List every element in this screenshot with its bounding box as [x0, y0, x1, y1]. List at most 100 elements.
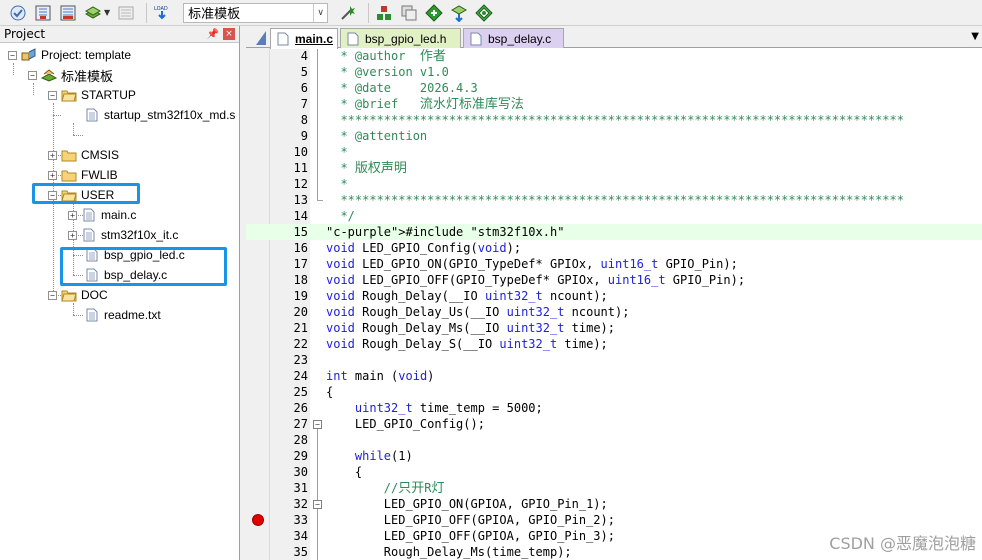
code-line[interactable]: 33 LED_GPIO_OFF(GPIOA, GPIO_Pin_2); [246, 512, 982, 528]
batch-build-icon[interactable] [83, 3, 103, 23]
pin-icon[interactable]: 📌 [207, 29, 219, 40]
code-line[interactable]: 18 void LED_GPIO_OFF(GPIO_TypeDef* GPIOx,… [246, 272, 982, 288]
code-line[interactable]: 14 */ [246, 208, 982, 224]
code-text: "c-purple">#include "stm32f10x.h" [326, 225, 565, 239]
tree-item-folder-fwlib[interactable]: + FWLIB [48, 165, 118, 185]
code-line[interactable]: 13 *************************************… [246, 192, 982, 208]
code-line[interactable]: 17 void LED_GPIO_ON(GPIO_TypeDef* GPIOx, … [246, 256, 982, 272]
expand-icon[interactable]: + [68, 230, 77, 240]
code-line[interactable]: 28 [246, 432, 982, 448]
collapse-icon[interactable]: − [48, 290, 57, 300]
fold-collapse-icon[interactable]: − [313, 500, 322, 509]
code-text: ****************************************… [326, 113, 904, 127]
line-number: 14 [293, 209, 308, 223]
tree-item-label: startup_stm32f10x_md.s [104, 108, 236, 122]
tree-item-label: STARTUP [81, 88, 136, 102]
rebuild-icon[interactable] [58, 3, 78, 23]
code-line[interactable]: 22 void Rough_Delay_S(__IO uint32_t time)… [246, 336, 982, 352]
code-area[interactable]: 4 * @author 作者 5 * @version v1.0 6 * @date… [246, 48, 982, 560]
manage-components-icon[interactable] [374, 3, 394, 23]
code-line[interactable]: 15 "c-purple">#include "stm32f10x.h" [246, 224, 982, 240]
file-icon [277, 32, 289, 46]
line-number: 22 [293, 337, 308, 351]
folder-open-icon [61, 88, 77, 102]
tree-item-folder-startup[interactable]: − STARTUP [48, 85, 136, 105]
line-number: 16 [293, 241, 308, 255]
code-text: * @author 作者 [326, 49, 446, 64]
code-line[interactable]: 30 { [246, 464, 982, 480]
highlight-box-bsp-files [60, 247, 227, 286]
tree-item-file[interactable]: + stm32f10x_it.c [68, 225, 178, 245]
code-line[interactable]: 12 * [246, 176, 982, 192]
chevron-down-icon[interactable]: ▼ [104, 8, 110, 17]
tree-item-file[interactable]: + main.c [68, 205, 136, 225]
tree-item-file[interactable]: startup_stm32f10x_md.s [84, 105, 235, 125]
expand-icon[interactable]: + [48, 170, 57, 180]
code-text: ****************************************… [326, 193, 904, 207]
translate-icon[interactable] [8, 3, 28, 23]
project-pane-header: Project 📌 × [0, 26, 239, 43]
code-line[interactable]: 23 [246, 352, 982, 368]
breakpoint-icon[interactable] [252, 514, 264, 526]
file-extensions-icon[interactable] [399, 3, 419, 23]
build-icon[interactable] [33, 3, 53, 23]
target-select[interactable]: 标准模板 ∨ [183, 2, 329, 23]
code-line[interactable]: 32 LED_GPIO_ON(GPIOA, GPIO_Pin_1); [246, 496, 982, 512]
code-line[interactable]: 27 LED_GPIO_Config(); [246, 416, 982, 432]
tree-item-file[interactable]: readme.txt [84, 305, 161, 325]
code-text: Rough_Delay_Ms(time_temp); [326, 545, 572, 559]
code-line[interactable]: 20 void Rough_Delay_Us(__IO uint32_t ncou… [246, 304, 982, 320]
tab-bsp-delay-c[interactable]: bsp_delay.c [463, 28, 564, 48]
code-text: * [326, 145, 348, 159]
close-button[interactable]: × [223, 28, 235, 40]
tab-bsp-gpio-led-h[interactable]: bsp_gpio_led.h [340, 28, 461, 48]
code-line[interactable]: 29 while(1) [246, 448, 982, 464]
chevron-down-icon[interactable]: ∨ [313, 3, 327, 22]
tab-main-c[interactable]: main.c [270, 28, 338, 49]
code-line[interactable]: 7 * @brief 流水灯标准库写法 [246, 96, 982, 112]
expand-icon[interactable]: + [68, 210, 77, 220]
code-line[interactable]: 5 * @version v1.0 [246, 64, 982, 80]
code-line[interactable]: 25 { [246, 384, 982, 400]
tree-item-project[interactable]: − Project: template [8, 45, 131, 65]
folder-icon [61, 148, 77, 162]
collapse-icon[interactable]: − [48, 90, 57, 100]
code-line[interactable]: 8 **************************************… [246, 112, 982, 128]
tree-item-folder-cmsis[interactable]: + CMSIS [48, 145, 119, 165]
target-options-icon[interactable] [338, 3, 358, 23]
code-line[interactable]: 31 //只开R灯 [246, 480, 982, 496]
code-line[interactable]: 11 * 版权声明 [246, 160, 982, 176]
line-number: 4 [300, 49, 308, 63]
code-line[interactable]: 4 * @author 作者 [246, 48, 982, 64]
code-line[interactable]: 16 void LED_GPIO_Config(void); [246, 240, 982, 256]
run-time-environment-icon[interactable] [474, 3, 494, 23]
load-download-icon[interactable]: LOAD [152, 3, 172, 23]
tab-scroll-icon[interactable] [254, 29, 268, 47]
code-line[interactable]: 6 * @date 2026.4.3 [246, 80, 982, 96]
file-icon [84, 308, 100, 322]
code-text: * @brief 流水灯标准库写法 [326, 97, 524, 112]
line-number: 35 [293, 545, 308, 559]
pack-installer-icon[interactable] [449, 3, 469, 23]
code-line[interactable]: 21 void Rough_Delay_Ms(__IO uint32_t time… [246, 320, 982, 336]
fold-collapse-icon[interactable]: − [313, 420, 322, 429]
code-line[interactable]: 24 int main (void) [246, 368, 982, 384]
tree-item-folder-doc[interactable]: − DOC [48, 285, 108, 305]
line-number: 26 [293, 401, 308, 415]
tree-item-label: stm32f10x_it.c [101, 228, 179, 242]
tab-list-menu-icon[interactable]: ▼ [971, 31, 979, 42]
line-number: 24 [293, 369, 308, 383]
code-text: void Rough_Delay_Us(__IO uint32_t ncount… [326, 305, 630, 319]
collapse-icon[interactable]: − [8, 50, 17, 60]
select-packs-icon[interactable] [424, 3, 444, 23]
code-line[interactable]: 10 * [246, 144, 982, 160]
expand-icon[interactable]: + [48, 150, 57, 160]
code-line[interactable]: 19 void Rough_Delay(__IO uint32_t ncount)… [246, 288, 982, 304]
collapse-icon[interactable]: − [28, 70, 37, 80]
code-line[interactable]: 9 * @attention [246, 128, 982, 144]
file-icon [84, 108, 100, 122]
code-text: { [326, 385, 334, 399]
highlight-box-user [32, 183, 140, 204]
code-line[interactable]: 26 uint32_t time_temp = 5000; [246, 400, 982, 416]
tree-item-target[interactable]: − 标准模板 [28, 65, 113, 85]
